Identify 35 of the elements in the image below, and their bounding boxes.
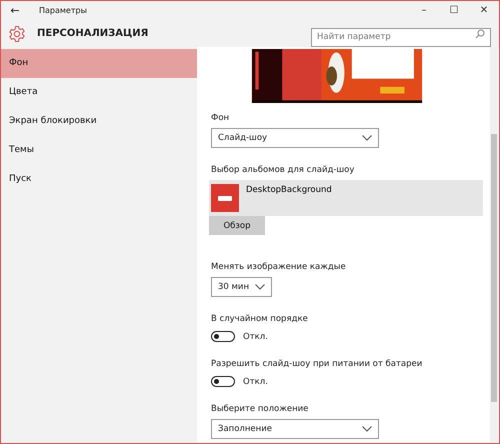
browse-button[interactable]: Обзор	[209, 216, 265, 235]
chevron-icon	[255, 284, 266, 290]
dropdown[interactable]: Заполнение	[211, 419, 379, 439]
setting-label: Менять изображение каждые	[211, 262, 346, 272]
sidebar-item[interactable]: Цвета	[1, 78, 197, 107]
sidebar-item[interactable]: Темы	[1, 136, 197, 165]
minimize-button[interactable]: –	[409, 5, 439, 16]
toggle-switch[interactable]	[211, 331, 235, 342]
folder-icon	[211, 184, 239, 212]
scrollbar[interactable]	[490, 47, 498, 443]
album-name: DesktopBackground	[246, 185, 332, 195]
settings-icon	[8, 24, 26, 42]
toggle-state: Откл.	[243, 332, 268, 342]
setting-label: Фон	[211, 113, 230, 123]
close-button[interactable]: ✕	[469, 5, 499, 16]
page-title: ПЕРСОНАЛИЗАЦИЯ	[37, 28, 148, 39]
toggle-state: Откл.	[243, 376, 268, 386]
sidebar-item[interactable]: Пуск	[1, 165, 197, 194]
search-field[interactable]: Найти параметр	[311, 28, 491, 46]
dropdown[interactable]: Слайд-шоу	[211, 128, 379, 148]
toggle-switch[interactable]	[211, 376, 235, 387]
album-item[interactable]: DesktopBackground	[209, 180, 483, 216]
chevron-icon	[362, 135, 372, 141]
sidebar-item[interactable]: Экран блокировки	[1, 107, 197, 136]
setting-label: Разрешить слайд-шоу при питании от батареи	[211, 359, 422, 369]
window-title: Параметры	[39, 6, 87, 15]
setting-label: В случайном порядке	[211, 314, 308, 324]
search-icon	[475, 29, 485, 39]
setting-label: Выберите положение	[211, 404, 308, 414]
chevron-icon	[362, 426, 372, 432]
maximize-button[interactable]: ☐	[439, 5, 469, 16]
dropdown[interactable]: 30 мин	[211, 277, 272, 297]
setting-label: Выбор альбомов для слайд-шоу	[211, 165, 354, 175]
sidebar-item[interactable]: Фон	[1, 49, 197, 78]
back-button[interactable]: ←	[3, 4, 27, 17]
